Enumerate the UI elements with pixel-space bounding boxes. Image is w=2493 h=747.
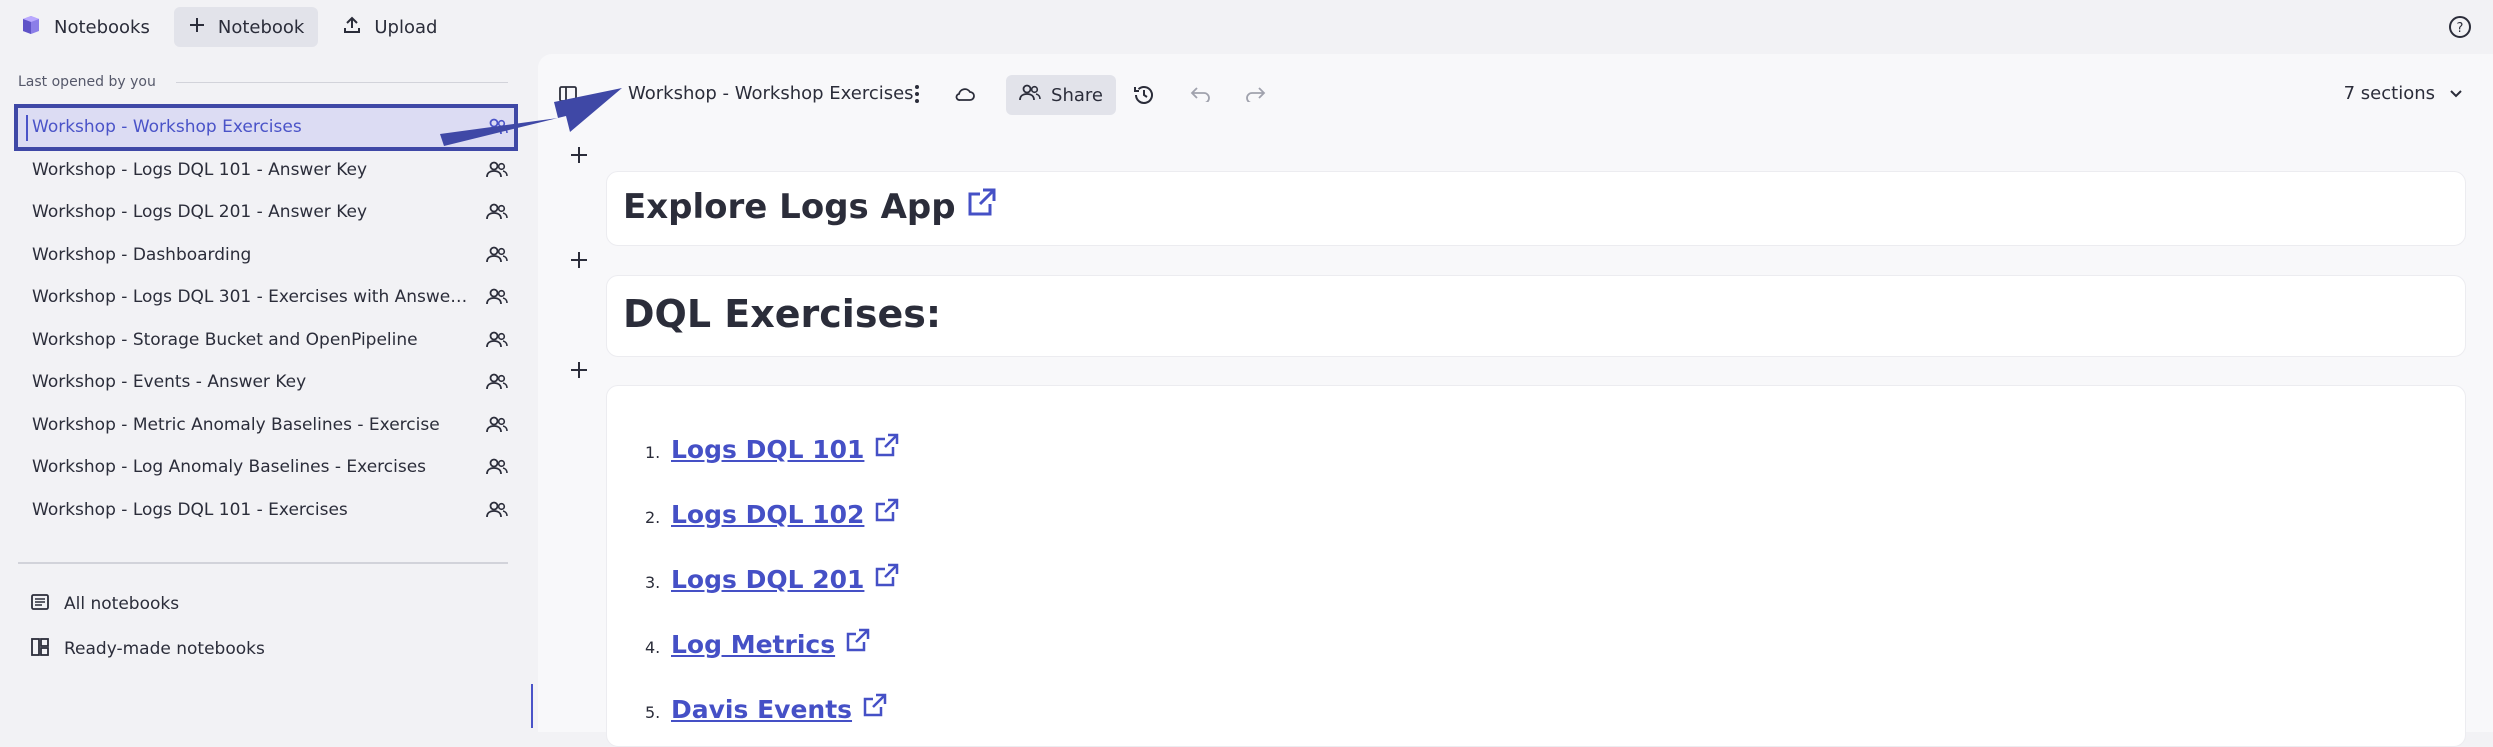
notebook-name: Workshop - Log Anomaly Baselines - Exerc…: [32, 457, 427, 478]
list-number: 1.: [645, 443, 661, 462]
notebook-name: Workshop - Metric Anomaly Baselines - Ex…: [32, 414, 440, 435]
list-number: 4.: [645, 638, 661, 657]
sections-count: 7 sections: [2343, 83, 2435, 104]
new-notebook-label: Notebook: [217, 16, 305, 38]
list-item: 2. Logs DQL 102: [645, 497, 900, 529]
chevron-down-icon: [2449, 83, 2463, 104]
recent-notebook-item[interactable]: Workshop - Log Anomaly Baselines - Exerc…: [16, 446, 516, 489]
external-link-icon[interactable]: [845, 627, 871, 657]
shared-users-icon: [486, 331, 508, 349]
section-title-label: Last opened by you: [18, 74, 156, 90]
shared-users-icon: [486, 203, 508, 221]
notebooks-logo-icon: [20, 14, 42, 41]
list-item: 3. Logs DQL 201: [645, 562, 900, 594]
sidebar-resize-handle[interactable]: [531, 684, 533, 728]
shared-users-icon: [486, 373, 508, 391]
all-notebooks-link[interactable]: All notebooks: [30, 584, 490, 624]
shared-users-icon: [486, 288, 508, 306]
list-item: 1. Logs DQL 101: [645, 432, 900, 464]
ready-made-label: Ready-made notebooks: [64, 639, 265, 659]
recent-notebooks-list: Workshop - Workshop Exercises Workshop -…: [14, 104, 518, 532]
plus-icon: [188, 16, 206, 39]
shared-users-icon: [486, 161, 508, 179]
notebook-list-icon: [30, 592, 50, 617]
notebooks-label: Notebooks: [54, 16, 150, 38]
upload-label: Upload: [374, 16, 438, 38]
recent-notebook-item[interactable]: Workshop - Events - Answer Key: [16, 361, 516, 404]
list-number: 5.: [645, 703, 661, 722]
add-section-icon[interactable]: [570, 361, 588, 379]
shared-users-icon: [486, 458, 508, 476]
sections-dropdown[interactable]: 7 sections: [2344, 83, 2463, 104]
list-item: 5. Davis Events: [645, 692, 888, 724]
undo-icon[interactable]: [1190, 86, 1212, 102]
markdown-section[interactable]: DQL Exercises:: [606, 275, 2466, 357]
svg-text:?: ?: [2457, 21, 2464, 36]
notebook-name: Workshop - Logs DQL 101 - Exercises: [32, 499, 348, 520]
notebook-name: Workshop - Logs DQL 101 - Answer Key: [32, 159, 368, 180]
text-cursor: [26, 115, 28, 141]
heading-text: Explore Logs App: [623, 186, 956, 227]
notebooks-app-button[interactable]: Notebooks: [6, 7, 164, 47]
markdown-section[interactable]: 1. Logs DQL 101 2. Logs DQL 102 3. Logs …: [606, 385, 2466, 747]
share-label: Share: [1051, 84, 1103, 106]
external-link-icon[interactable]: [874, 497, 900, 527]
top-bar: Notebooks Notebook Upload ?: [0, 0, 2493, 54]
recent-notebook-item[interactable]: Workshop - Logs DQL 201 - Answer Key: [16, 191, 516, 234]
cloud-sync-icon: [954, 85, 976, 103]
notebook-name: Workshop - Events - Answer Key: [32, 372, 307, 393]
list-number: 2.: [645, 508, 661, 527]
recent-notebook-item[interactable]: Workshop - Dashboarding: [16, 234, 516, 277]
help-icon[interactable]: ?: [2447, 14, 2473, 40]
add-section-icon[interactable]: [570, 251, 588, 269]
notebook-name: Workshop - Workshop Exercises: [32, 117, 302, 138]
section-heading: DQL Exercises:: [623, 292, 942, 336]
recent-notebook-item[interactable]: Workshop - Storage Bucket and OpenPipeli…: [16, 319, 516, 362]
ready-made-notebooks-link[interactable]: Ready-made notebooks: [30, 629, 490, 669]
exercise-link[interactable]: Davis Events: [671, 695, 852, 724]
annotation-arrow: [440, 88, 622, 146]
exercise-link[interactable]: Logs DQL 101: [671, 435, 864, 464]
ready-made-icon: [30, 637, 50, 662]
more-options-icon[interactable]: [913, 83, 921, 105]
share-button[interactable]: Share: [1006, 75, 1116, 115]
list-number: 3.: [645, 573, 661, 592]
shared-users-icon: [486, 246, 508, 264]
notebook-toolbar: Workshop - Workshop Exercises Share 7 se…: [538, 54, 2493, 138]
notebook-name: Workshop - Storage Bucket and OpenPipeli…: [32, 329, 418, 350]
upload-icon: [342, 15, 362, 40]
recent-notebook-item[interactable]: Workshop - Metric Anomaly Baselines - Ex…: [16, 404, 516, 447]
external-link-icon[interactable]: [966, 186, 998, 227]
section-title: Last opened by you: [18, 74, 508, 90]
exercise-link[interactable]: Log Metrics: [671, 630, 835, 659]
redo-icon[interactable]: [1244, 86, 1266, 102]
notebook-name: Workshop - Dashboarding: [32, 244, 252, 265]
section-heading: Explore Logs App: [623, 186, 998, 227]
exercise-link[interactable]: Logs DQL 102: [671, 500, 864, 529]
recent-notebook-item[interactable]: Workshop - Logs DQL 301 - Exercises with…: [16, 276, 516, 319]
history-icon[interactable]: [1132, 83, 1156, 107]
notebook-title[interactable]: Workshop - Workshop Exercises: [628, 83, 914, 104]
list-item: 4. Log Metrics: [645, 627, 871, 659]
external-link-icon[interactable]: [874, 432, 900, 462]
exercise-link[interactable]: Logs DQL 201: [671, 565, 864, 594]
notebook-editor: Workshop - Workshop Exercises Share 7 se…: [538, 54, 2493, 747]
notebook-name: Workshop - Logs DQL 301 - Exercises with…: [32, 287, 472, 308]
external-link-icon[interactable]: [862, 692, 888, 722]
shared-users-icon: [486, 501, 508, 519]
external-link-icon[interactable]: [874, 562, 900, 592]
upload-button[interactable]: Upload: [328, 7, 451, 47]
recent-notebook-item[interactable]: Workshop - Logs DQL 101 - Exercises: [16, 489, 516, 532]
notebook-name: Workshop - Logs DQL 201 - Answer Key: [32, 202, 368, 223]
all-notebooks-label: All notebooks: [64, 594, 180, 614]
new-notebook-button[interactable]: Notebook: [173, 7, 319, 47]
section-divider: [175, 81, 508, 83]
sidebar-divider: [18, 562, 508, 564]
shared-users-icon: [486, 416, 508, 434]
users-icon: [1019, 84, 1041, 107]
markdown-section[interactable]: Explore Logs App: [606, 171, 2466, 246]
